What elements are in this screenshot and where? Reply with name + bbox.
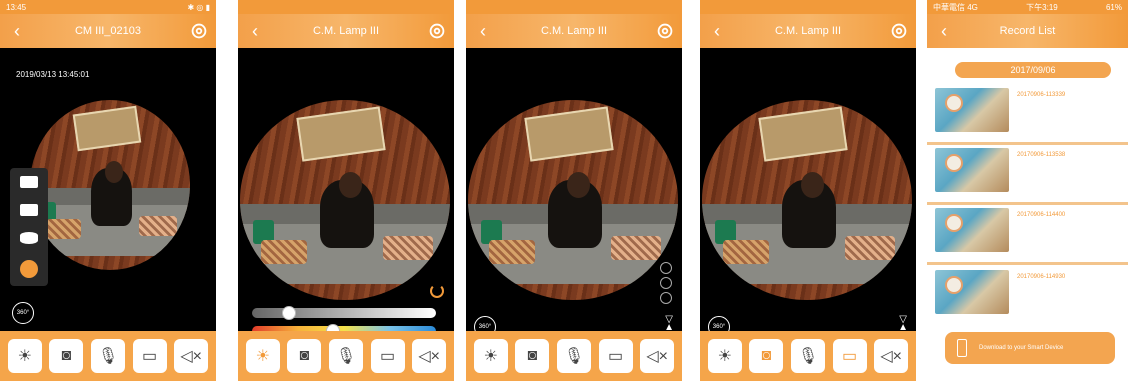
- speaker-mute-icon[interactable]: ◁×: [640, 339, 675, 373]
- record-name: 20170906-114400: [1017, 212, 1066, 218]
- phone-icon: [957, 339, 967, 357]
- camera-icon[interactable]: ◙: [49, 339, 84, 373]
- video-record-icon[interactable]: ▭: [132, 339, 167, 373]
- screen-2: ‹ C.M. Lamp III ☀ ◙ 🎙 ▭ ◁×: [238, 0, 454, 381]
- toolbar: ☀ ◙ 🎙 ▭ ◁×: [0, 331, 216, 381]
- video-record-icon[interactable]: ▭: [832, 339, 867, 373]
- rotate-left-icon[interactable]: [660, 262, 672, 274]
- record-name: 20170906-113339: [1017, 92, 1066, 98]
- toolbar: ☀ ◙ 🎙 ▭ ◁×: [238, 331, 454, 381]
- list-item[interactable]: 20170906-113538: [935, 148, 1125, 194]
- speaker-mute-icon[interactable]: ◁×: [174, 339, 209, 373]
- camera-view[interactable]: [30, 100, 190, 270]
- record-name: 20170906-113538: [1017, 152, 1066, 158]
- microphone-icon[interactable]: 🎙: [328, 339, 363, 373]
- page-title: C.M. Lamp III: [312, 25, 380, 37]
- rotate-right-icon[interactable]: [660, 277, 672, 289]
- video-record-icon[interactable]: ▭: [598, 339, 633, 373]
- camera-icon[interactable]: ◙: [515, 339, 550, 373]
- screen-3: ‹ C.M. Lamp III 360° ▽ ▲ ☀ ◙ 🎙 ▭ ◁×: [466, 0, 682, 381]
- camera-view[interactable]: [702, 100, 912, 300]
- microphone-icon[interactable]: 🎙: [556, 339, 591, 373]
- speaker-mute-icon[interactable]: ◁×: [412, 339, 447, 373]
- page-title: Record List: [999, 25, 1056, 37]
- status-carrier: 中華電信 4G: [933, 2, 978, 12]
- camera-icon[interactable]: ◙: [287, 339, 322, 373]
- screen-5: 中華電信 4G 下午3:19 61% ‹ Record List 2017/09…: [927, 0, 1128, 381]
- camera-icon[interactable]: ◙: [749, 339, 784, 373]
- status-battery: 61%: [1105, 2, 1122, 12]
- fisheye-view-icon[interactable]: [20, 260, 38, 278]
- view-mode-menu: [10, 168, 48, 286]
- gear-icon[interactable]: [188, 20, 210, 42]
- screen-4: ‹ C.M. Lamp III 360° ▽ ▲ ☀ ◙ 🎙 ▭ ◁×: [700, 0, 916, 381]
- nav-bar: ‹ C.M. Lamp III: [238, 14, 454, 48]
- tilt-icon[interactable]: ▽ ▲: [664, 315, 674, 333]
- record-name: 20170906-114930: [1017, 274, 1066, 280]
- gear-icon[interactable]: [888, 20, 910, 42]
- camera-view[interactable]: [468, 100, 678, 300]
- list-item[interactable]: 20170906-114400: [935, 208, 1125, 254]
- nav-bar: ‹ C.M. Lamp III: [700, 14, 916, 48]
- video-thumbnail: [935, 88, 1009, 132]
- back-icon[interactable]: ‹: [6, 20, 28, 42]
- gear-icon[interactable]: [654, 20, 676, 42]
- status-bar: 13:45 ✱ ◎ ▮: [0, 0, 216, 14]
- ptz-controls: [660, 262, 674, 304]
- date-header[interactable]: 2017/09/06: [955, 62, 1111, 78]
- quad-view-icon[interactable]: [20, 176, 38, 188]
- nav-bar: ‹ CM III_02103: [0, 14, 216, 48]
- list-item[interactable]: 20170906-114930: [935, 270, 1125, 316]
- status-time: 13:45: [6, 2, 27, 12]
- toolbar: ☀ ◙ 🎙 ▭ ◁×: [466, 331, 682, 381]
- power-icon[interactable]: [430, 284, 444, 298]
- video-thumbnail: [935, 208, 1009, 252]
- download-label: Download to your Smart Device: [979, 345, 1064, 351]
- page-title: C.M. Lamp III: [540, 25, 608, 37]
- gear-icon[interactable]: [426, 20, 448, 42]
- nav-bar: ‹ C.M. Lamp III: [466, 14, 682, 48]
- brightness-icon[interactable]: ☀: [245, 339, 280, 373]
- back-icon[interactable]: ‹: [706, 20, 728, 42]
- brightness-slider[interactable]: [252, 306, 436, 320]
- camera-view[interactable]: [240, 100, 450, 300]
- microphone-icon[interactable]: 🎙: [90, 339, 125, 373]
- tilt-icon[interactable]: ▽ ▲: [898, 315, 908, 333]
- status-bar: 中華電信 4G 下午3:19 61%: [927, 0, 1128, 14]
- brightness-icon[interactable]: ☀: [7, 339, 42, 373]
- brightness-icon[interactable]: ☀: [707, 339, 742, 373]
- status-time: 下午3:19: [1026, 2, 1058, 12]
- page-title: CM III_02103: [74, 25, 142, 37]
- microphone-icon[interactable]: 🎙: [790, 339, 825, 373]
- view-360-button[interactable]: 360°: [12, 302, 34, 324]
- screen-1: 13:45 ✱ ◎ ▮ ‹ CM III_02103 2019/03/13 13…: [0, 0, 216, 381]
- download-button[interactable]: Download to your Smart Device: [945, 332, 1115, 364]
- brightness-icon[interactable]: ☀: [473, 339, 508, 373]
- toolbar: ☀ ◙ 🎙 ▭ ◁×: [700, 331, 916, 381]
- list-item[interactable]: 20170906-113339: [935, 88, 1125, 134]
- panorama-view-icon[interactable]: [20, 204, 38, 216]
- nav-bar: ‹ Record List: [927, 14, 1128, 48]
- video-record-icon[interactable]: ▭: [370, 339, 405, 373]
- speaker-mute-icon[interactable]: ◁×: [874, 339, 909, 373]
- back-icon[interactable]: ‹: [472, 20, 494, 42]
- record-icon[interactable]: [660, 292, 672, 304]
- back-icon[interactable]: ‹: [244, 20, 266, 42]
- status-icons: ✱ ◎ ▮: [187, 2, 210, 12]
- cylinder-view-icon[interactable]: [20, 232, 38, 244]
- page-title: C.M. Lamp III: [774, 25, 842, 37]
- video-thumbnail: [935, 148, 1009, 192]
- video-thumbnail: [935, 270, 1009, 314]
- back-icon[interactable]: ‹: [933, 20, 955, 42]
- video-timestamp: 2019/03/13 13:45:01: [16, 70, 90, 79]
